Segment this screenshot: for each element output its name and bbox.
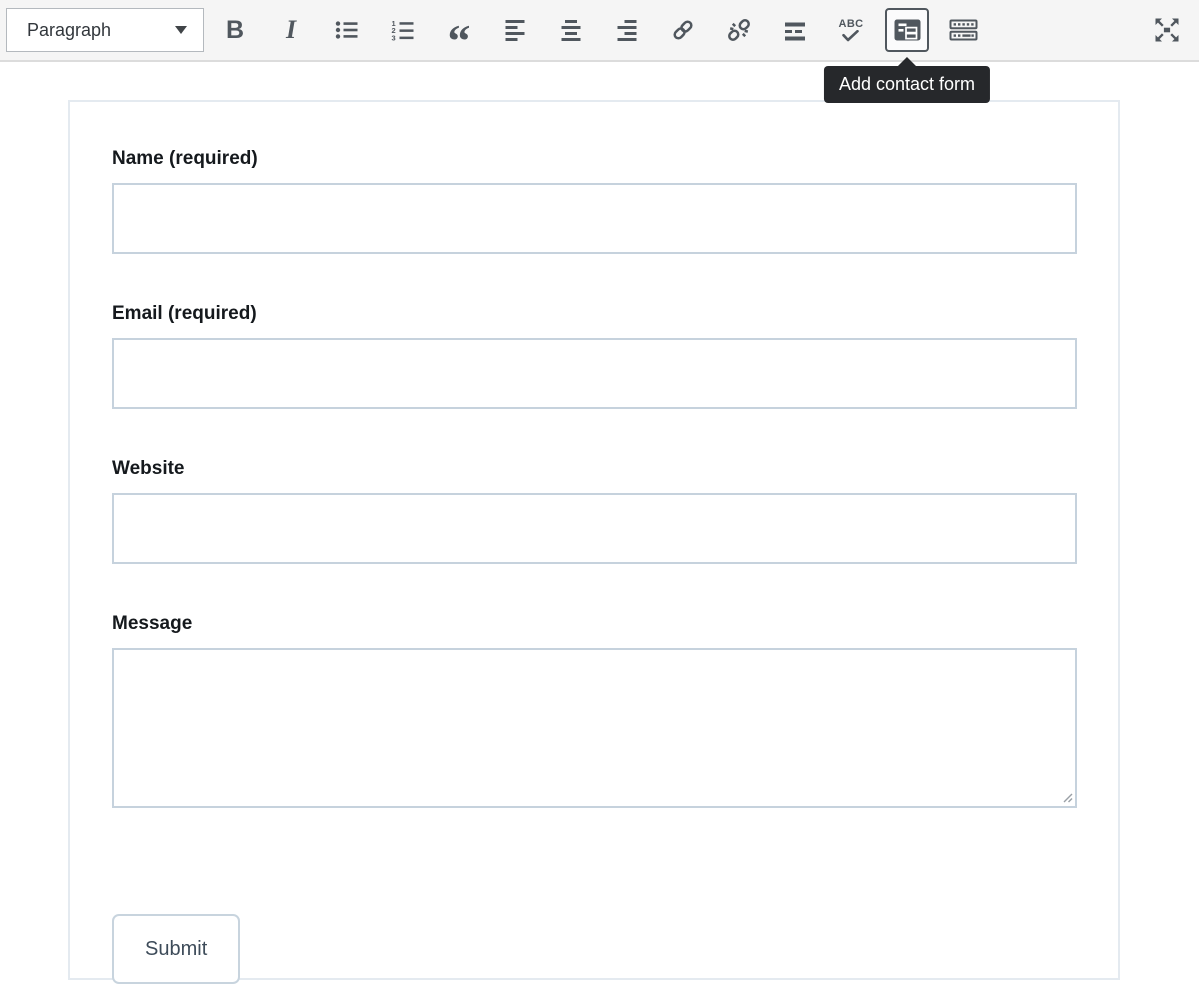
italic-icon: I <box>286 15 296 45</box>
spellcheck-icon: ABC <box>838 18 863 42</box>
numbered-list-button[interactable]: 1 2 3 <box>383 10 423 50</box>
blockquote-button[interactable]: “ <box>439 10 479 50</box>
name-input[interactable] <box>112 183 1077 254</box>
contact-form-preview: Name (required) Email (required) Website… <box>68 100 1120 980</box>
website-field-label: Website <box>112 458 1118 480</box>
keyboard-icon <box>949 19 978 41</box>
bold-icon: B <box>226 16 244 45</box>
field-group-message: Message <box>112 613 1118 808</box>
tooltip-text: Add contact form <box>839 74 975 94</box>
email-input[interactable] <box>112 338 1077 409</box>
caret-down-icon <box>175 26 187 34</box>
fullscreen-button[interactable] <box>1147 10 1187 50</box>
insert-more-tag-button[interactable] <box>775 10 815 50</box>
fullscreen-icon <box>1151 14 1183 46</box>
message-textarea[interactable] <box>112 648 1077 808</box>
add-contact-form-tooltip: Add contact form <box>824 66 990 103</box>
message-field-label: Message <box>112 613 1118 635</box>
submit-button[interactable]: Submit <box>112 914 240 984</box>
field-group-website: Website <box>112 458 1118 564</box>
contact-form-icon <box>894 19 921 41</box>
insert-link-button[interactable] <box>663 10 703 50</box>
email-field-label: Email (required) <box>112 303 1118 325</box>
message-textarea-wrap <box>112 648 1077 808</box>
remove-link-button[interactable] <box>719 10 759 50</box>
bold-button[interactable]: B <box>215 10 255 50</box>
editor-content-area[interactable]: Name (required) Email (required) Website… <box>0 62 1199 992</box>
spellcheck-button[interactable]: ABC <box>831 10 871 50</box>
toolbar-toggle-button[interactable] <box>943 10 983 50</box>
link-icon <box>669 16 697 44</box>
name-field-label: Name (required) <box>112 148 1118 170</box>
website-input[interactable] <box>112 493 1077 564</box>
numbered-list-icon: 1 2 3 <box>390 19 416 41</box>
field-group-name: Name (required) <box>112 148 1118 254</box>
field-group-email: Email (required) <box>112 303 1118 409</box>
broken-link-icon <box>725 16 753 44</box>
more-tag-icon <box>782 19 808 41</box>
textarea-resize-handle[interactable] <box>1061 791 1073 803</box>
add-contact-form-button[interactable] <box>885 8 929 52</box>
align-right-button[interactable] <box>607 10 647 50</box>
align-left-icon <box>502 18 528 42</box>
bulleted-list-icon <box>334 20 360 40</box>
italic-button[interactable]: I <box>271 10 311 50</box>
bulleted-list-button[interactable] <box>327 10 367 50</box>
blockquote-icon: “ <box>448 36 471 46</box>
align-center-button[interactable] <box>551 10 591 50</box>
editor-toolbar: Paragraph B I 1 2 3 “ <box>0 0 1199 62</box>
paragraph-format-select[interactable]: Paragraph <box>6 8 204 52</box>
align-center-icon <box>558 18 584 42</box>
format-select-value: Paragraph <box>27 20 111 41</box>
svg-text:3: 3 <box>392 33 396 41</box>
align-right-icon <box>614 18 640 42</box>
align-left-button[interactable] <box>495 10 535 50</box>
